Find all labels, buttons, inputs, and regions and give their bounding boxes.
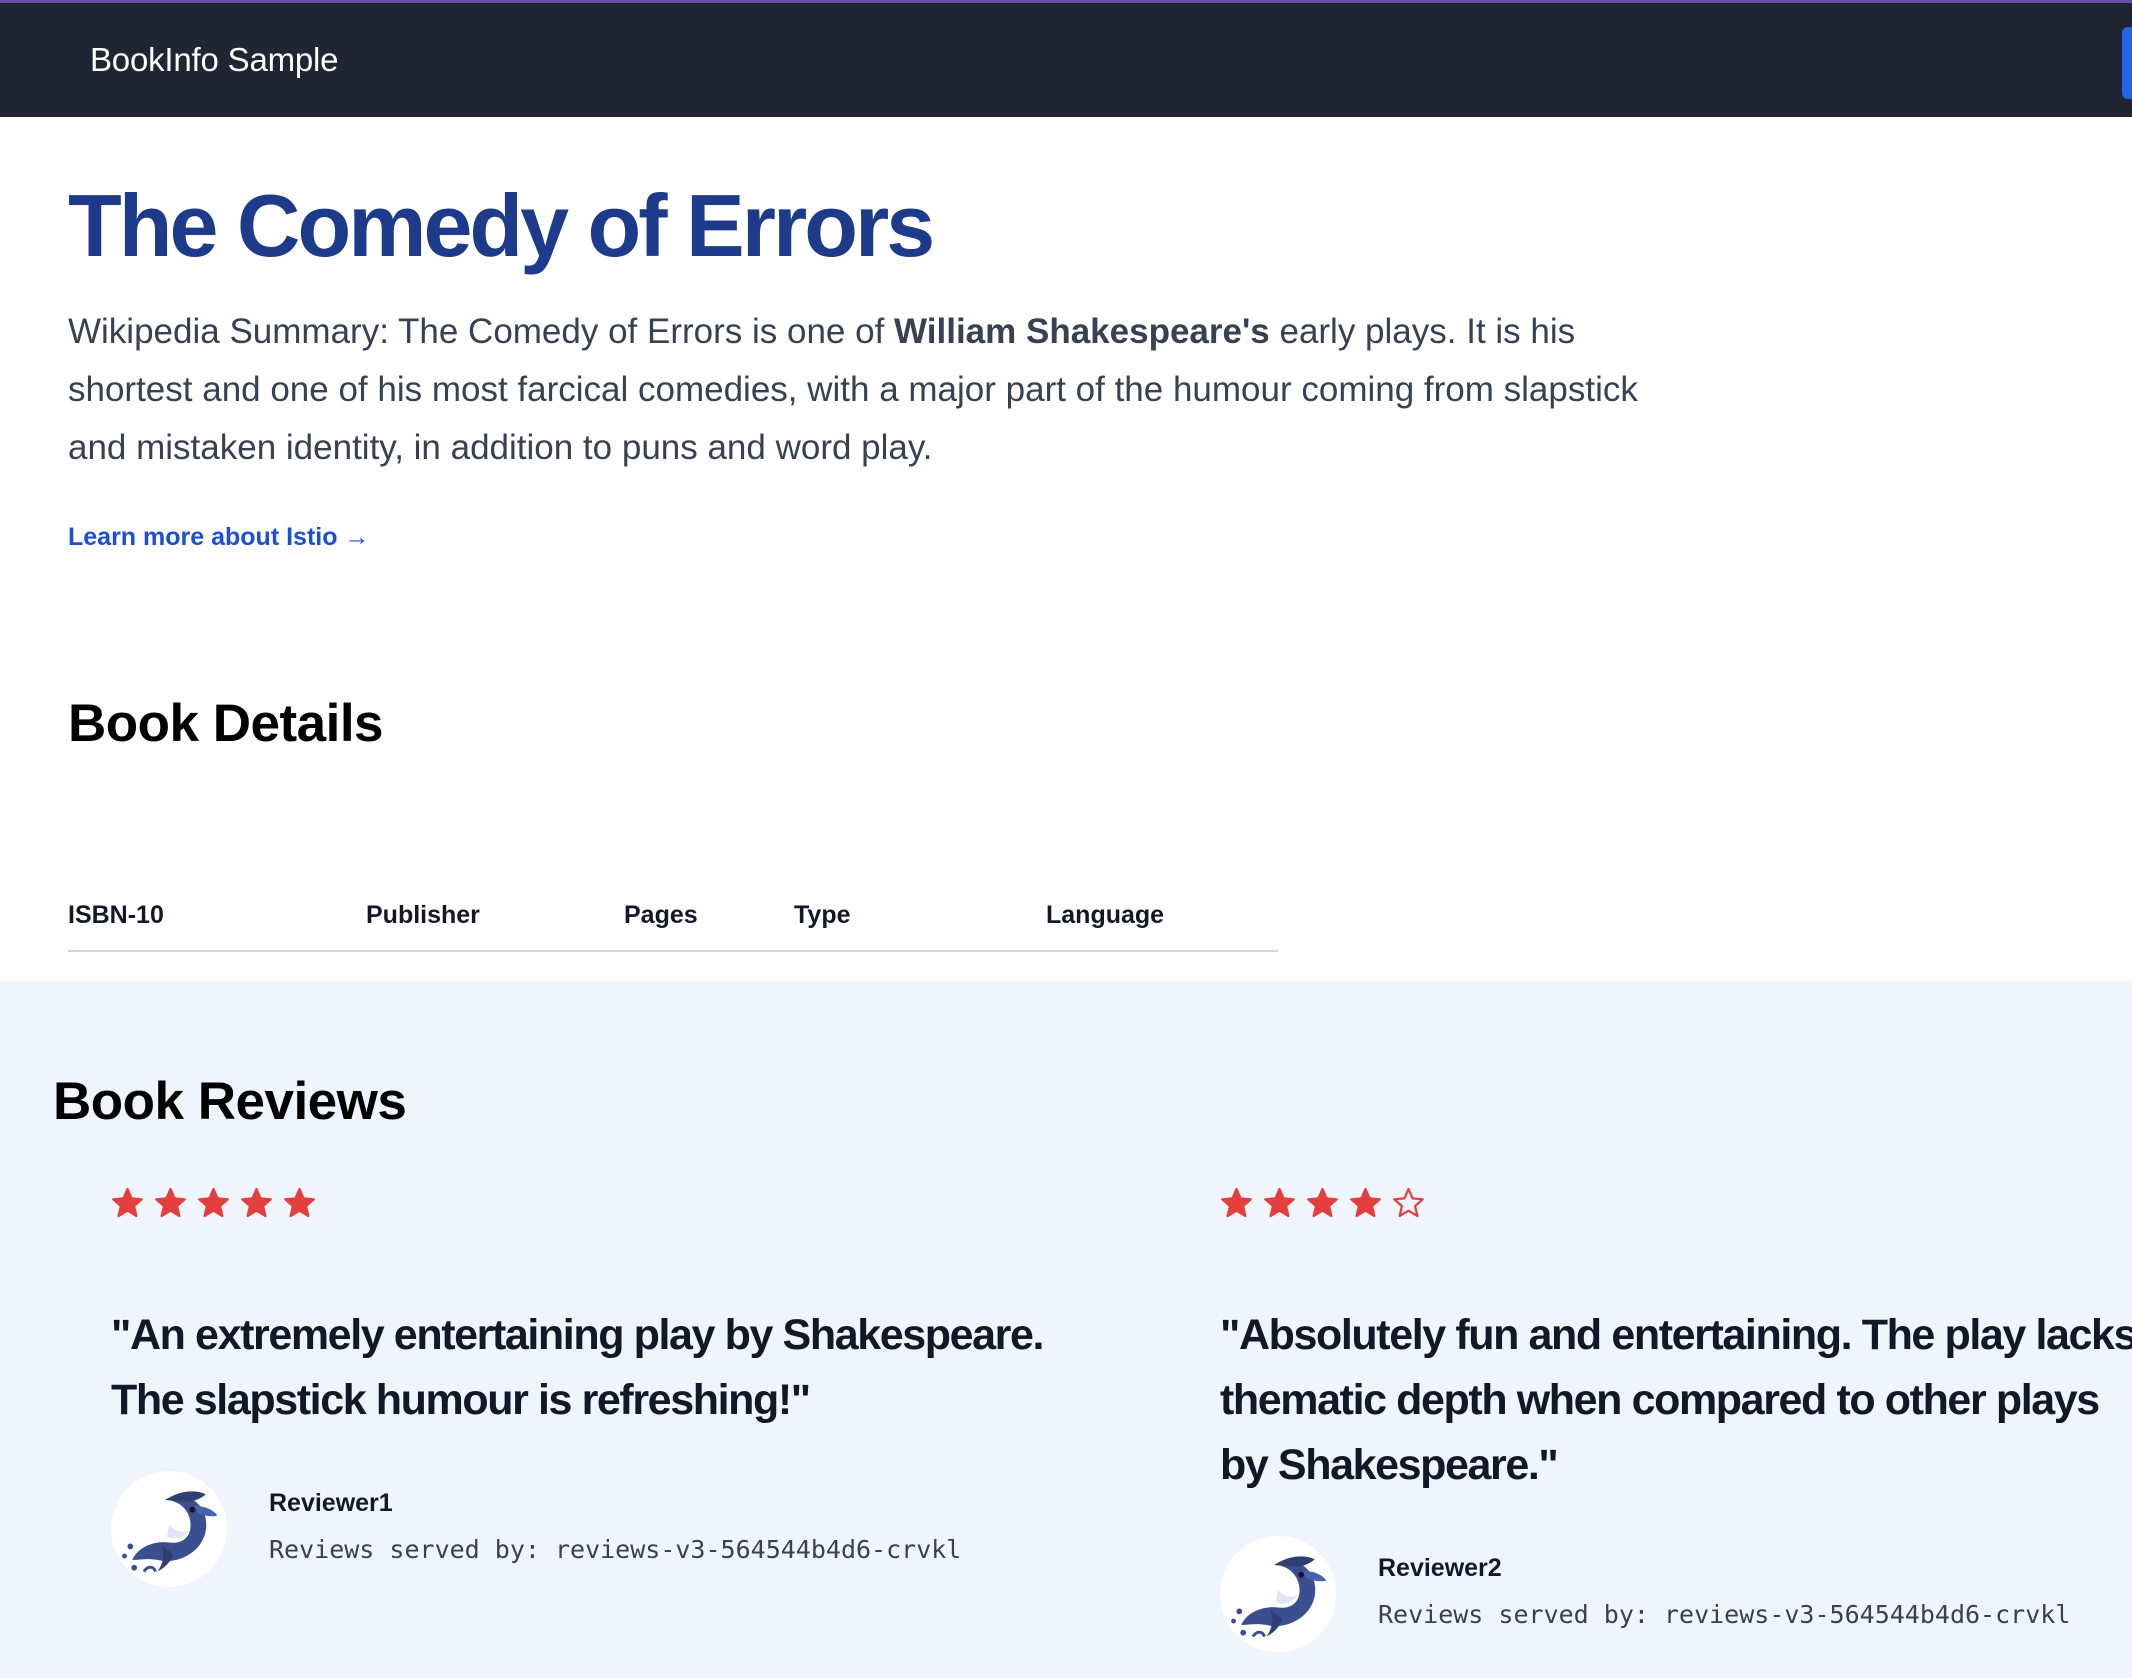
reviewer-name: Reviewer1: [269, 1489, 393, 1517]
pages-header: Pages: [624, 881, 794, 952]
book-reviews-title: Book Reviews: [53, 1072, 407, 1131]
star-filled-icon: [155, 1187, 186, 1218]
learn-more-istio-link[interactable]: Learn more about Istio →: [68, 523, 369, 552]
top-navbar: BookInfo Sample: [0, 0, 2132, 117]
star-filled-icon: [1307, 1187, 1338, 1218]
dolphin-icon: [1220, 1536, 1336, 1652]
star-filled-icon: [284, 1187, 315, 1218]
review-card: "An extremely entertaining play by Shake…: [111, 1187, 1111, 1587]
type-header: Type: [794, 881, 1046, 952]
language-header: Language: [1046, 881, 1278, 952]
reviewer-info: Reviewer1 Reviews served by: reviews-v3-…: [111, 1471, 1111, 1587]
book-reviews-section: Book Reviews "An extremely entertaining …: [0, 981, 2132, 1678]
reviewer-name: Reviewer2: [1378, 1554, 1502, 1582]
served-by-text: Reviews served by: reviews-v3-564544b4d6…: [269, 1535, 962, 1564]
book-details-title: Book Details: [68, 694, 384, 753]
review-card: "Absolutely fun and entertaining. The pl…: [1220, 1187, 2132, 1652]
star-filled-icon: [1264, 1187, 1295, 1218]
star-filled-icon: [198, 1187, 229, 1218]
book-summary: Wikipedia Summary: The Comedy of Errors …: [68, 303, 1678, 477]
star-filled-icon: [241, 1187, 272, 1218]
served-by-text: Reviews served by: reviews-v3-564544b4d6…: [1378, 1600, 2071, 1629]
star-filled-icon: [112, 1187, 143, 1218]
star-empty-icon: [1393, 1187, 1424, 1218]
star-filled-icon: [1350, 1187, 1381, 1218]
brand-title[interactable]: BookInfo Sample: [90, 41, 339, 79]
dolphin-icon: [111, 1471, 227, 1587]
star-rating: [111, 1187, 1111, 1221]
summary-author: William Shakespeare's: [894, 312, 1270, 351]
reviewer-info: Reviewer2 Reviews served by: reviews-v3-…: [1220, 1536, 2132, 1652]
details-header-row: ISBN-10 Publisher Pages Type Language: [68, 881, 1278, 952]
publisher-header: Publisher: [366, 881, 624, 952]
star-rating: [1220, 1187, 2132, 1221]
star-filled-icon: [1221, 1187, 1252, 1218]
summary-prefix: Wikipedia Summary: The Comedy of Errors …: [68, 312, 895, 351]
navbar-action-button[interactable]: [2122, 27, 2132, 99]
isbn-header: ISBN-10: [68, 881, 366, 952]
book-title: The Comedy of Errors: [68, 176, 935, 275]
review-quote: "Absolutely fun and entertaining. The pl…: [1220, 1311, 2132, 1489]
review-quote: "An extremely entertaining play by Shake…: [111, 1311, 1044, 1424]
